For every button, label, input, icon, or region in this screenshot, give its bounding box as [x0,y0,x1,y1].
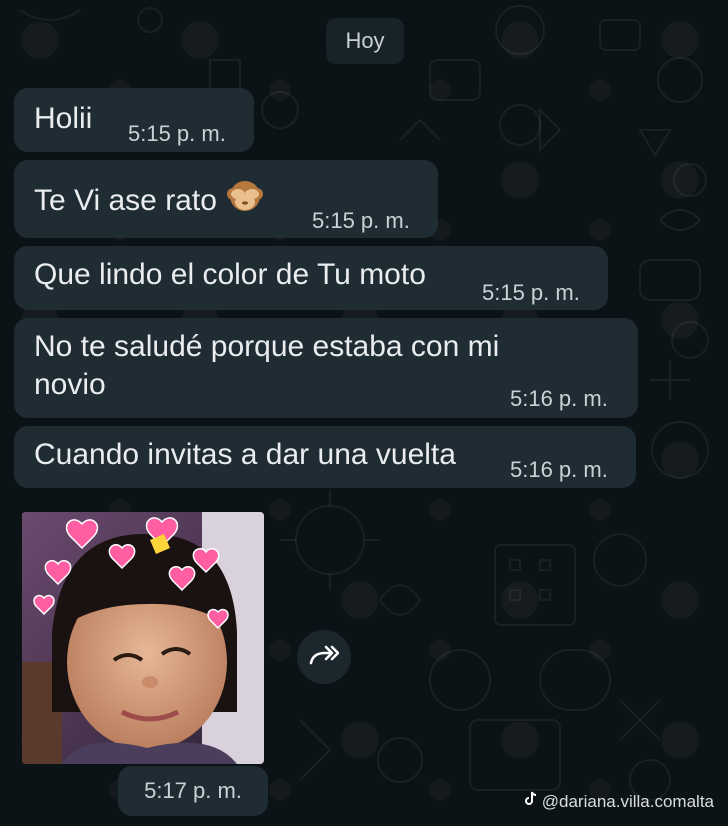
message-bubble[interactable]: Cuando invitas a dar una vuelta 5:16 p. … [14,426,636,488]
date-divider: Hoy [326,18,404,64]
message-bubble[interactable]: Te Vi ase rato 5:15 p. m. [14,160,438,238]
forward-button[interactable] [297,630,351,684]
forward-icon [309,644,340,671]
message-text: Te Vi ase rato [34,176,265,220]
message-time: 5:16 p. m. [510,386,608,411]
message-text-content: Te Vi ase rato [34,184,217,217]
message-bubble[interactable]: No te saludé porque estaba con mi novio … [14,318,638,418]
message-text: Que lindo el color de Tu moto [34,258,426,291]
message-time: 5:16 p. m. [510,457,608,482]
message-time: 5:15 p. m. [312,208,410,233]
image-time-chip: 5:17 p. m. [118,766,268,816]
message-text: Holii [34,102,93,135]
date-label: Hoy [345,28,385,53]
message-time: 5:15 p. m. [482,280,580,305]
message-bubble[interactable]: Holii 5:15 p. m. [14,88,254,152]
tiktok-icon [524,791,538,812]
child-photo [22,512,264,764]
tiktok-watermark: @dariana.villa.comalta [524,791,714,812]
message-bubble[interactable]: Que lindo el color de Tu moto 5:15 p. m. [14,246,608,310]
message-text-line2: novio [34,368,106,401]
image-message[interactable] [22,512,264,764]
message-time: 5:15 p. m. [128,121,226,146]
image-message-time: 5:17 p. m. [144,778,242,803]
watermark-handle: @dariana.villa.comalta [541,791,714,811]
see-no-evil-monkey-icon [225,176,265,216]
message-text-line1: No te saludé porque estaba con mi [34,330,500,363]
message-text: Cuando invitas a dar una vuelta [34,438,456,471]
